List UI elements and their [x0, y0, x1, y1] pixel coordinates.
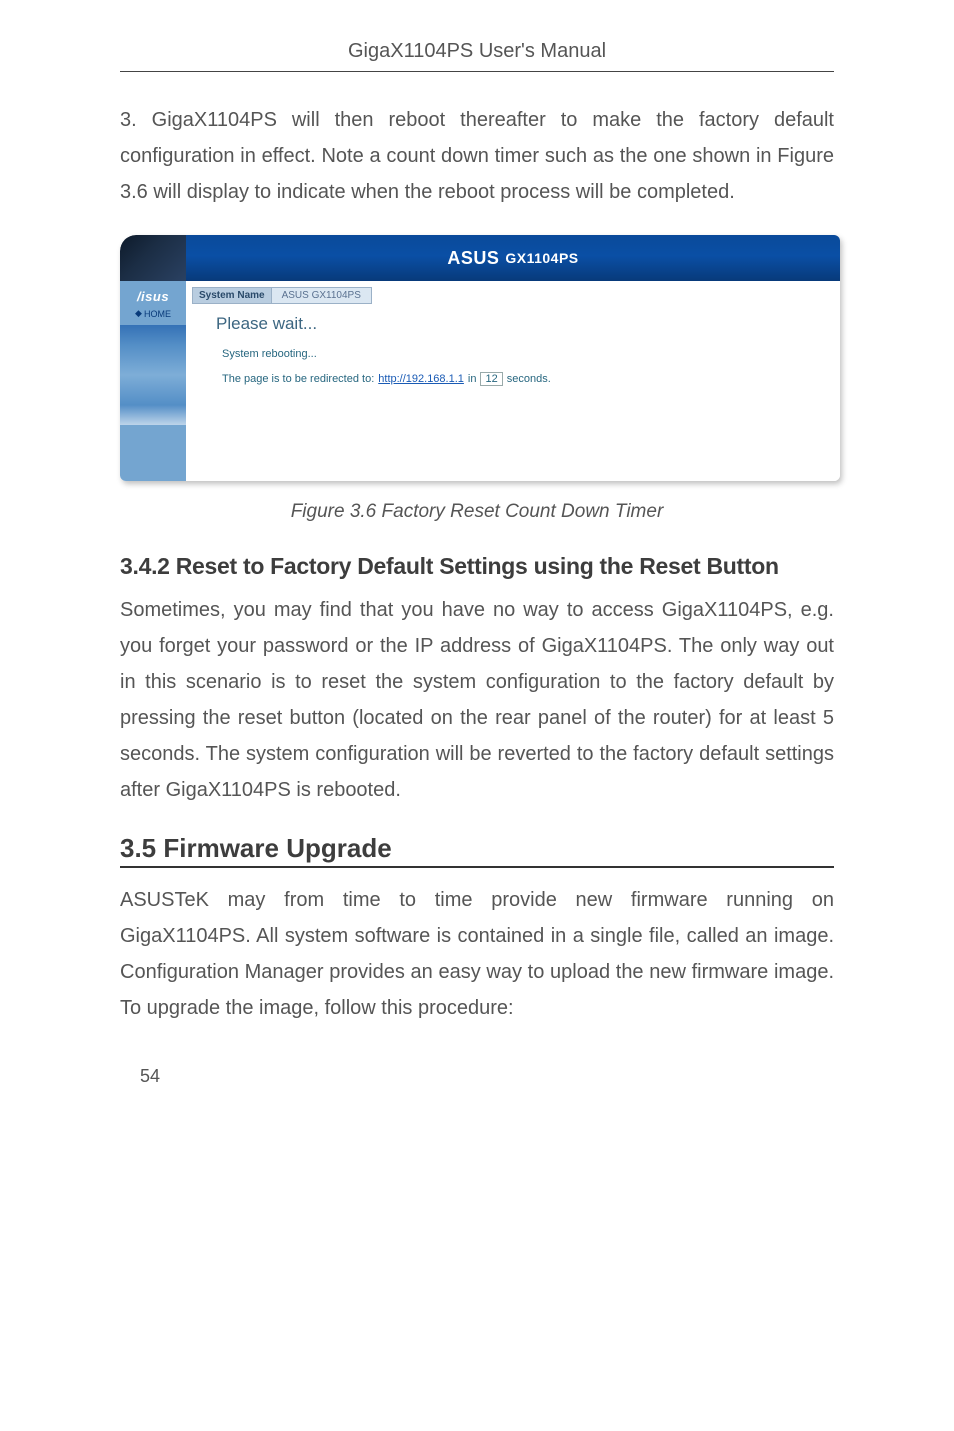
screenshot-sidebar: /isus ◆ HOME — [120, 281, 186, 481]
doc-header: GigaX1104PS User's Manual — [120, 40, 834, 72]
home-link[interactable]: ◆ HOME — [135, 308, 171, 319]
system-name-row: System Name ASUS GX1104PS — [192, 287, 820, 304]
screenshot-top-row: ASUS GX1104PS — [120, 235, 840, 281]
redirect-url-link[interactable]: http://192.168.1.1 — [378, 373, 464, 385]
banner-asus: ASUS — [447, 248, 499, 269]
rebooting-text: System rebooting... — [222, 348, 820, 360]
home-icon: ◆ — [135, 308, 142, 319]
please-wait-text: Please wait... — [216, 314, 820, 334]
home-label: HOME — [144, 309, 171, 319]
subsection-heading: 3.4.2 Reset to Factory Default Settings … — [120, 553, 834, 580]
section-heading: 3.5 Firmware Upgrade — [120, 833, 834, 868]
screenshot-body: /isus ◆ HOME System Name ASUS GX1104PS P… — [120, 281, 840, 481]
screenshot-content: System Name ASUS GX1104PS Please wait...… — [186, 281, 840, 481]
figure-caption: Figure 3.6 Factory Reset Count Down Time… — [120, 501, 834, 523]
asus-logo: /isus — [137, 289, 169, 304]
redirect-prefix: The page is to be redirected to: — [222, 373, 374, 385]
screenshot-corner — [120, 235, 186, 281]
paragraph-intro: 3. GigaX1104PS will then reboot thereaft… — [120, 102, 834, 210]
sidebar-gradient — [120, 325, 186, 425]
embedded-screenshot: ASUS GX1104PS /isus ◆ HOME System Name A… — [120, 235, 840, 481]
paragraph-firmware: ASUSTeK may from time to time provide ne… — [120, 882, 834, 1026]
paragraph-reset: Sometimes, you may find that you have no… — [120, 592, 834, 808]
redirect-in: in — [468, 373, 477, 385]
system-name-label: System Name — [192, 287, 272, 304]
page-number: 54 — [120, 1066, 834, 1087]
screenshot-banner: ASUS GX1104PS — [186, 235, 840, 281]
countdown-value: 12 — [480, 372, 502, 386]
system-name-value: ASUS GX1104PS — [272, 287, 372, 304]
banner-model: GX1104PS — [505, 250, 578, 266]
redirect-suffix: seconds. — [507, 373, 551, 385]
redirect-line: The page is to be redirected to: http://… — [222, 372, 820, 386]
